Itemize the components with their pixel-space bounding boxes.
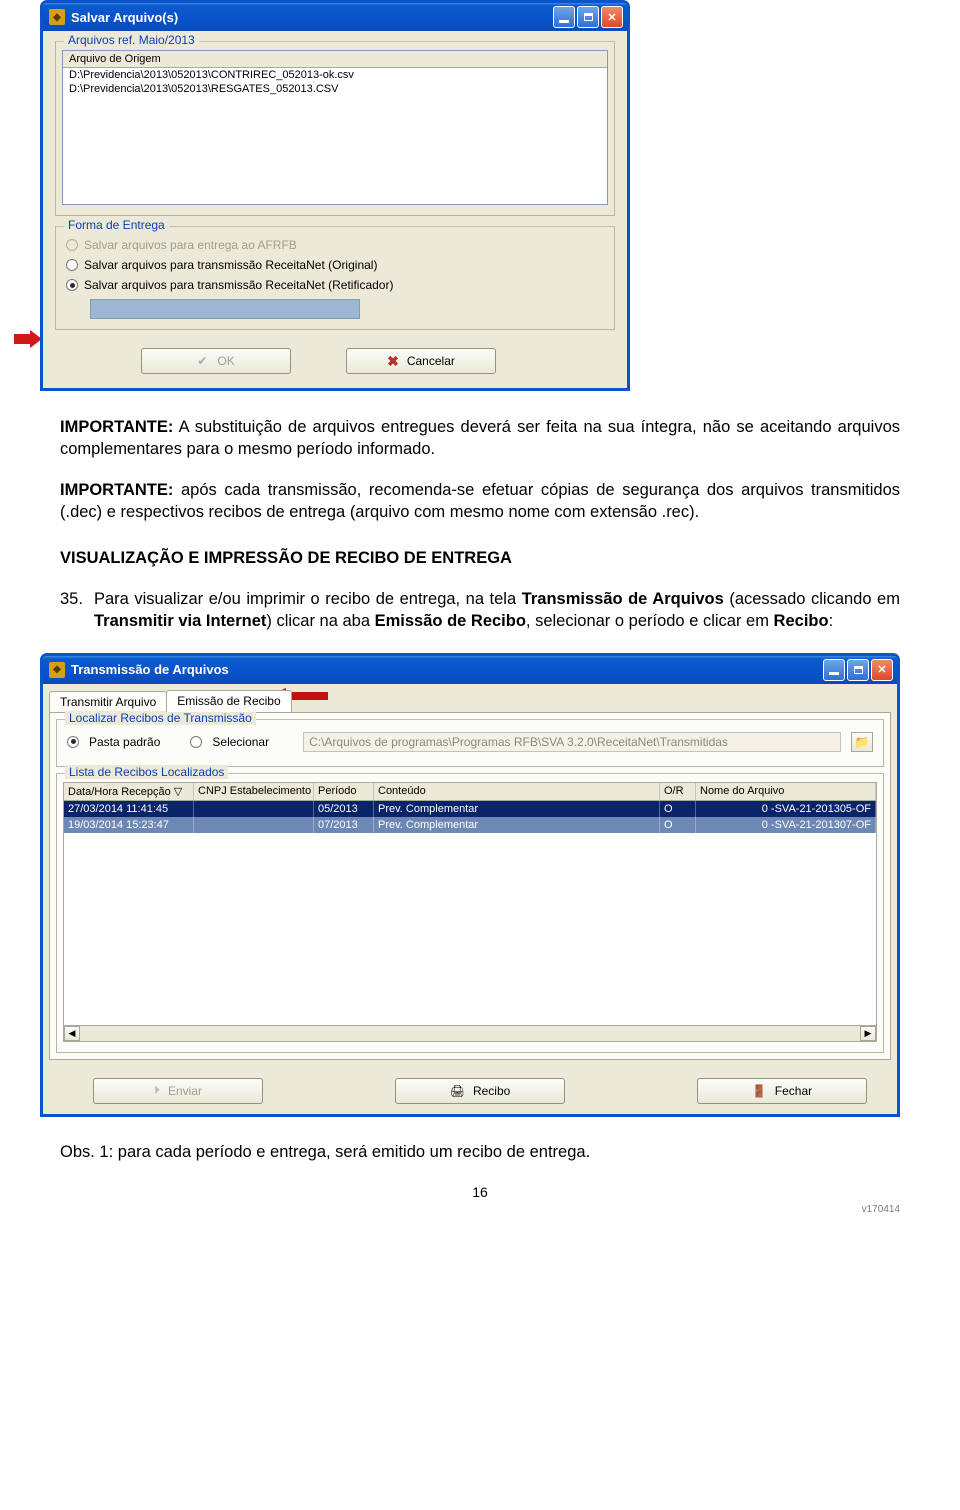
path-field: C:\Arquivos de programas\Programas RFB\S…: [303, 732, 841, 752]
radio-selecionar[interactable]: [190, 736, 202, 748]
red-arrow-icon: [14, 330, 42, 348]
radio-icon[interactable]: [66, 259, 78, 271]
list-item[interactable]: D:\Previdencia\2013\052013\RESGATES_0520…: [63, 82, 607, 96]
files-legend: Arquivos ref. Maio/2013: [64, 33, 199, 47]
maximize-button[interactable]: [847, 659, 869, 681]
legend: Localizar Recibos de Transmissão: [65, 711, 256, 725]
window-title: Salvar Arquivo(s): [71, 10, 553, 25]
delivery-fieldset: Forma de Entrega Salvar arquivos para en…: [55, 226, 615, 330]
receipts-list-fieldset: Lista de Recibos Localizados Data/Hora R…: [56, 773, 884, 1053]
files-fieldset: Arquivos ref. Maio/2013 Arquivo de Orige…: [55, 41, 615, 216]
send-icon: ⏵: [154, 1083, 160, 1098]
table-row[interactable]: 19/03/2014 15:23:47 07/2013 Prev. Comple…: [64, 817, 876, 833]
locate-receipts-fieldset: Localizar Recibos de Transmissão Pasta p…: [56, 719, 884, 767]
receipts-grid[interactable]: Data/Hora Recepção ▽ CNPJ Estabeleciment…: [63, 782, 877, 1042]
list-header: Arquivo de Origem: [63, 51, 607, 68]
app-icon: ◆: [49, 662, 65, 678]
radio-pasta-padrao[interactable]: [67, 736, 79, 748]
save-files-dialog: ◆ Salvar Arquivo(s) ✕ Arquivos ref. Maio…: [40, 0, 630, 391]
minimize-button[interactable]: [553, 6, 575, 28]
table-header: Data/Hora Recepção ▽ CNPJ Estabeleciment…: [64, 783, 876, 801]
enviar-button: ⏵ Enviar: [93, 1078, 263, 1104]
window-title: Transmissão de Arquivos: [71, 662, 823, 677]
app-icon: ◆: [49, 9, 65, 25]
close-button[interactable]: ✕: [601, 6, 623, 28]
cancel-button[interactable]: ✖ Cancelar: [346, 348, 496, 374]
list-item[interactable]: D:\Previdencia\2013\052013\CONTRIREC_052…: [63, 68, 607, 82]
radio-original[interactable]: Salvar arquivos para transmissão Receita…: [62, 255, 608, 275]
list-item-35: 35. Para visualizar e/ou imprimir o reci…: [60, 588, 900, 633]
tab-panel: Localizar Recibos de Transmissão Pasta p…: [49, 712, 891, 1060]
page-number: 16: [60, 1184, 900, 1200]
fechar-button[interactable]: 🚪 Fechar: [697, 1078, 867, 1104]
radio-icon: [66, 239, 78, 251]
scroll-right-icon[interactable]: ▶: [860, 1026, 876, 1041]
tab-emissao-recibo[interactable]: Emissão de Recibo: [166, 690, 291, 712]
tab-transmitir[interactable]: Transmitir Arquivo: [49, 691, 167, 712]
section-heading: VISUALIZAÇÃO E IMPRESSÃO DE RECIBO DE EN…: [60, 549, 900, 568]
transmission-dialog: ◆ Transmissão de Arquivos ✕ Transmitir A…: [40, 653, 900, 1117]
observation-text: Obs. 1: para cada período e entrega, ser…: [60, 1143, 900, 1162]
folder-icon[interactable]: 📁: [851, 732, 873, 752]
printer-icon: 🖨: [450, 1084, 465, 1098]
paragraph-importante-1: IMPORTANTE: A substituição de arquivos e…: [60, 416, 900, 461]
scroll-left-icon[interactable]: ◀: [64, 1026, 80, 1041]
titlebar[interactable]: ◆ Transmissão de Arquivos ✕: [43, 656, 897, 684]
legend: Lista de Recibos Localizados: [65, 765, 228, 779]
door-icon: 🚪: [752, 1084, 767, 1098]
radio-afrfb: Salvar arquivos para entrega ao AFRFB: [62, 235, 608, 255]
ok-button: OK: [141, 348, 291, 374]
minimize-button[interactable]: [823, 659, 845, 681]
delivery-legend: Forma de Entrega: [64, 218, 169, 232]
x-icon: ✖: [387, 353, 399, 370]
radio-retificador[interactable]: Salvar arquivos para transmissão Receita…: [62, 275, 608, 295]
recibo-button[interactable]: 🖨 Recibo: [395, 1078, 565, 1104]
horizontal-scrollbar[interactable]: ◀ ▶: [64, 1025, 876, 1041]
text-input[interactable]: [90, 299, 360, 319]
paragraph-importante-2: IMPORTANTE: após cada transmissão, recom…: [60, 479, 900, 524]
check-icon: [197, 354, 209, 368]
close-button[interactable]: ✕: [871, 659, 893, 681]
files-listbox[interactable]: Arquivo de Origem D:\Previdencia\2013\05…: [62, 50, 608, 205]
maximize-button[interactable]: [577, 6, 599, 28]
titlebar[interactable]: ◆ Salvar Arquivo(s) ✕: [43, 3, 627, 31]
radio-icon[interactable]: [66, 279, 78, 291]
table-row[interactable]: 27/03/2014 11:41:45 05/2013 Prev. Comple…: [64, 801, 876, 817]
version-label: v170414: [60, 1204, 900, 1215]
